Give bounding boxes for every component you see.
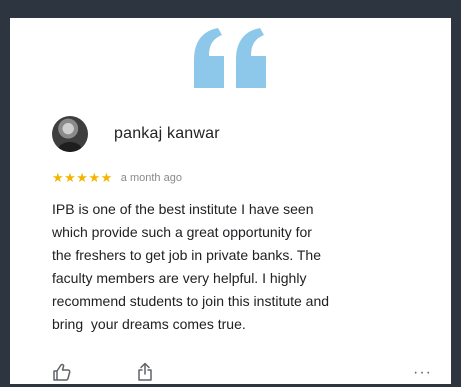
review-meta: ★★★★★ a month ago <box>52 171 182 184</box>
testimonial-panel: pankaj kanwar ★★★★★ a month ago IPB is o… <box>10 18 451 384</box>
thumbs-up-icon[interactable] <box>52 362 72 387</box>
review-actions: ··· <box>52 362 432 382</box>
reviewer-name[interactable]: pankaj kanwar <box>114 125 220 143</box>
review-text: IPB is one of the best institute I have … <box>52 201 330 332</box>
review-header: pankaj kanwar <box>52 116 220 152</box>
avatar[interactable] <box>52 116 88 152</box>
star-rating: ★★★★★ <box>52 170 113 185</box>
review-time: a month ago <box>120 171 182 184</box>
share-icon[interactable] <box>136 362 154 387</box>
review-card: pankaj kanwar ★★★★★ a month ago IPB is o… <box>36 106 440 384</box>
quote-mark-icon <box>10 26 451 88</box>
more-options-button[interactable]: ··· <box>413 364 432 382</box>
